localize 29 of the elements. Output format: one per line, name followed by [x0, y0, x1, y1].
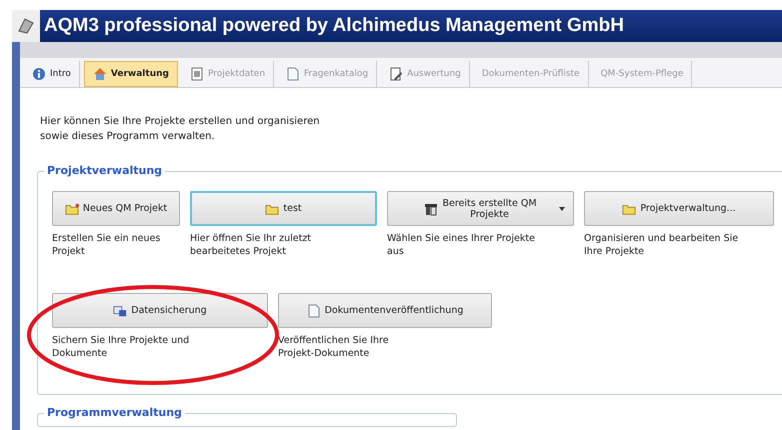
tab[interactable]: Intro — [24, 61, 80, 87]
page-icon — [286, 67, 300, 81]
house-icon — [92, 67, 107, 81]
sheet-icon — [190, 67, 204, 81]
action-button[interactable]: test — [190, 191, 377, 226]
action-button[interactable]: Bereits erstellte QM Projekte — [387, 191, 574, 226]
button-description: Organisieren und bearbeiten Sie Ihre Projekte — [584, 232, 740, 258]
action-button[interactable]: Neues QM Projekt — [52, 191, 180, 226]
caret-icon — [559, 207, 565, 211]
button-description: Sichern Sie Ihre Projekte und Dokumente — [52, 334, 190, 360]
binder-icon — [424, 202, 438, 216]
info-icon — [32, 67, 46, 81]
report-icon — [389, 67, 404, 81]
action-button[interactable]: Dokumentenveröffentlichung — [278, 293, 492, 328]
intro-text: Hier können Sie Ihre Projekte erstellen und organisieren sowie dieses Programm verwalten. — [40, 115, 321, 144]
app-icon — [17, 17, 35, 35]
window-title: AQM3 professional powered by Alchimedus Management GmbH — [43, 15, 624, 37]
folder-icon — [64, 202, 79, 216]
action-button[interactable]: Projektverwaltung... — [584, 191, 774, 226]
button-description: Wählen Sie eines Ihrer Projekte aus — [387, 232, 536, 258]
backup-icon — [113, 304, 128, 318]
action-button[interactable]: Datensicherung — [52, 293, 268, 328]
group-title: Programmverwaltung — [44, 406, 185, 419]
button-description: Erstellen Sie ein neues Projekt — [52, 232, 162, 258]
page-icon — [306, 304, 321, 318]
group-title: Projektverwaltung — [44, 164, 166, 177]
tab[interactable]: Verwaltung — [84, 61, 178, 87]
button-description: Veröffentlichen Sie Ihre Projekt-Dokumente — [278, 334, 390, 360]
button-description: Hier öffnen Sie Ihr zuletzt bearbeitetes Projekt — [190, 232, 312, 258]
